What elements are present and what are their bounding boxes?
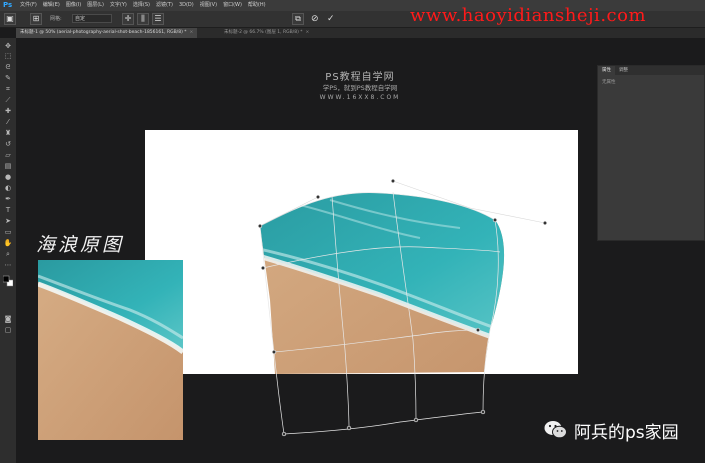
original-image-annotation: 海浪原图 [36, 234, 125, 256]
wechat-brand: 阿兵的ps家园 [543, 417, 679, 443]
warped-beach-image [260, 192, 505, 374]
panel-body-text: 无属性 [602, 80, 616, 85]
tab-adjustments[interactable]: 调整 [615, 66, 632, 75]
brand-text: 阿兵的ps家园 [574, 422, 679, 443]
wechat-icon [544, 421, 567, 439]
original-beach-photo [38, 260, 183, 440]
panel-tabs: 属性 调整 [598, 66, 704, 75]
properties-panel: 属性 调整 无属性 [597, 65, 705, 241]
tab-properties[interactable]: 属性 [598, 66, 615, 75]
